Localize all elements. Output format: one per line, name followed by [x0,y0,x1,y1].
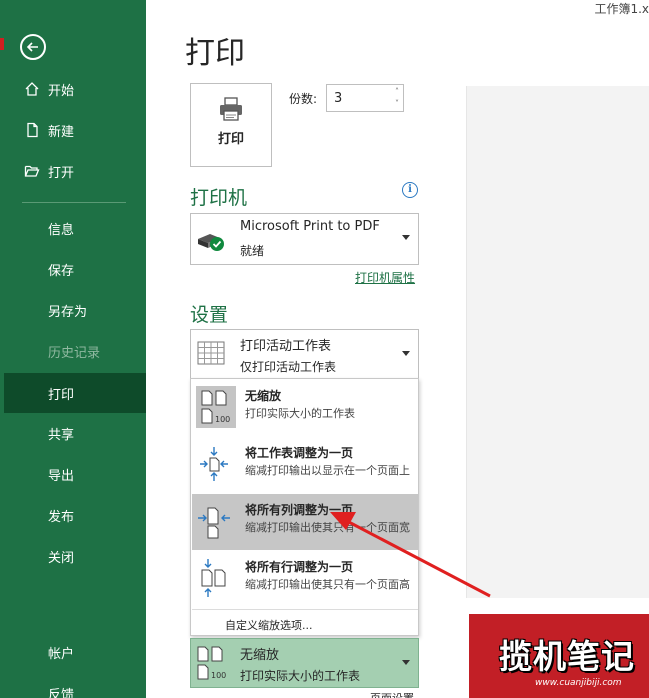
custom-scaling-options[interactable]: 自定义缩放选项... [225,617,313,633]
printer-properties-link[interactable]: 打印机属性 [355,269,415,286]
sidebar-item-share[interactable]: 共享 [0,414,146,452]
fit-columns-icon [196,500,232,540]
sidebar-item-publish[interactable]: 发布 [0,496,146,534]
sidebar-item-close[interactable]: 关闭 [0,537,146,575]
scaling-option-fit-rows[interactable]: 将所有行调整为一页 缩减打印输出使其只有一个页面高 [192,551,418,607]
info-icon[interactable]: i [402,182,418,198]
new-document-icon [24,122,40,138]
scaling-option-title: 将所有行调整为一页 [245,560,354,574]
sidebar-item-feedback[interactable]: 反馈 [0,674,146,698]
sidebar-item-label: 导出 [48,468,75,484]
svg-text:100: 100 [215,415,230,424]
scaling-option-desc: 缩减打印输出使其只有一个页面宽 [245,521,410,534]
scaling-option-title: 将所有列调整为一页 [245,503,354,517]
sidebar-item-label: 发布 [48,509,75,525]
printer-ready-icon [196,229,226,257]
sidebar-item-label: 历史记录 [48,345,101,361]
scaling-option-desc: 缩减打印输出以显示在一个页面上 [245,464,410,477]
sidebar-item-label: 打印 [48,387,75,403]
home-icon [24,81,40,97]
worksheet-grid-icon [197,341,225,369]
fit-rows-icon [196,557,232,597]
scaling-option-fit-columns[interactable]: 将所有列调整为一页 缩减打印输出使其只有一个页面宽 [192,494,418,550]
copies-increment-icon[interactable]: ˄ [392,86,402,98]
scaling-desc: 打印实际大小的工作表 [240,669,361,683]
print-scope-title: 打印活动工作表 [240,339,332,354]
no-scaling-icon: 100 [196,386,236,428]
scaling-option-fit-sheet[interactable]: 将工作表调整为一页 缩减打印输出以显示在一个页面上 [192,437,418,493]
watermark-url: www.cuanjibiji.com [535,678,622,688]
scaling-option-desc: 缩减打印输出使其只有一个页面高 [245,578,410,591]
scaling-dropdown[interactable]: 100 无缩放 打印实际大小的工作表 [190,638,419,688]
sidebar-item-label: 帐户 [48,646,75,662]
sidebar-item-history: 历史记录 [0,332,146,370]
copies-decrement-icon[interactable]: ˅ [392,98,402,110]
sidebar-item-label: 保存 [48,263,75,279]
folder-open-icon [24,163,40,179]
document-title: 工作簿1.x [594,2,649,16]
backstage-sidebar: 开始 新建 打开 信息 保存 另存为 历史记录 打印 共享 导出 发布 关闭 帐… [0,0,146,698]
printer-section-title: 打印机 [190,187,248,209]
sidebar-item-label: 开始 [48,83,75,99]
page-setup-link[interactable]: 页面设置 [370,690,414,698]
sidebar-item-label: 打开 [48,165,75,181]
no-scaling-icon: 100 [196,645,228,687]
chevron-down-icon [402,351,410,356]
sidebar-item-label: 关闭 [48,550,75,566]
sidebar-divider [22,202,126,203]
scaling-option-desc: 打印实际大小的工作表 [245,407,355,420]
sidebar-item-info[interactable]: 信息 [0,209,146,247]
printer-status: 就绪 [240,244,265,258]
svg-text:100: 100 [211,671,226,680]
menu-divider [192,609,418,610]
fit-sheet-icon [196,443,232,483]
sidebar-item-export[interactable]: 导出 [0,455,146,493]
print-button[interactable]: 打印 [190,83,272,167]
page-title: 打印 [185,36,245,71]
scaling-title: 无缩放 [240,648,280,663]
back-arrow-icon [26,42,38,52]
scaling-menu: 100 无缩放 打印实际大小的工作表 将工作表调整为一页 缩减打印输出以显示在一… [190,378,419,636]
sidebar-item-label: 另存为 [48,304,88,320]
copies-label: 份数: [289,92,318,106]
sidebar-item-label: 信息 [48,222,75,238]
scaling-option-title: 无缩放 [245,389,282,403]
sidebar-item-label: 反馈 [48,687,75,698]
printer-name: Microsoft Print to PDF [240,219,380,234]
printer-icon [218,96,244,126]
sidebar-item-label: 共享 [48,427,75,443]
sidebar-item-open[interactable]: 打开 [0,152,146,190]
watermark-logo: 揽机笔记 www.cuanjibiji.com [469,614,649,698]
printer-dropdown[interactable]: Microsoft Print to PDF 就绪 [190,213,419,265]
watermark-text: 揽机笔记 [499,637,635,676]
sidebar-item-account[interactable]: 帐户 [0,633,146,671]
settings-section-title: 设置 [190,304,229,326]
chevron-down-icon [402,660,410,665]
sidebar-item-label: 新建 [48,124,75,140]
scaling-option-no-scaling[interactable]: 100 无缩放 打印实际大小的工作表 [192,380,418,436]
scaling-option-title: 将工作表调整为一页 [245,446,354,460]
sidebar-item-save-as[interactable]: 另存为 [0,291,146,329]
sidebar-item-new[interactable]: 新建 [0,111,146,149]
print-scope-desc: 仅打印活动工作表 [240,360,337,374]
sidebar-item-print[interactable]: 打印 [4,373,146,413]
print-button-label: 打印 [217,132,244,147]
sidebar-item-home[interactable]: 开始 [0,70,146,108]
back-button[interactable] [20,34,46,60]
chevron-down-icon [402,235,410,240]
red-edge-mark [0,38,4,50]
print-scope-dropdown[interactable]: 打印活动工作表 仅打印活动工作表 [190,329,419,379]
sidebar-item-save[interactable]: 保存 [0,250,146,288]
print-preview-area [467,86,649,598]
